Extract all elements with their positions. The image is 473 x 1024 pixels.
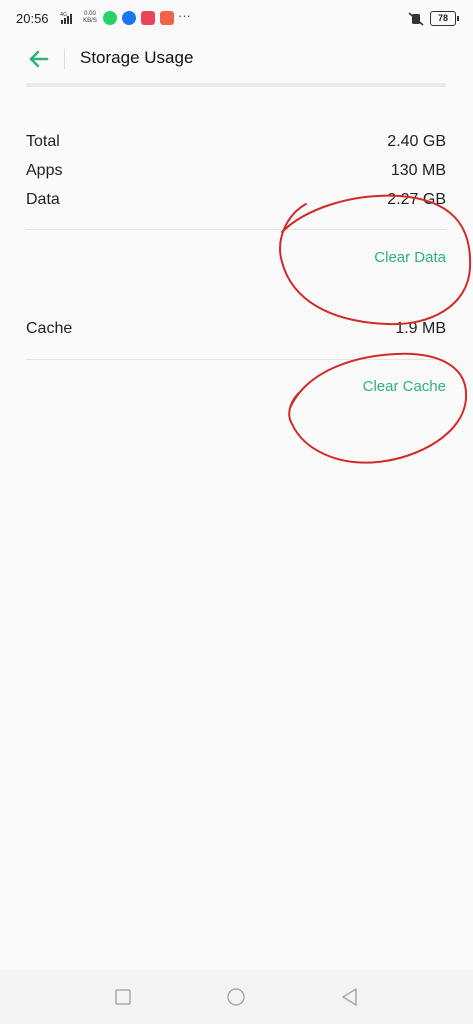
clear-data-button[interactable]: Clear Data bbox=[374, 249, 446, 266]
network-type: 4G bbox=[60, 12, 67, 18]
facebook-icon bbox=[122, 11, 136, 25]
navigation-bar bbox=[0, 970, 473, 1024]
header-rule bbox=[26, 83, 446, 87]
clear-cache-button[interactable]: Clear Cache bbox=[363, 378, 446, 395]
row-value: 2.40 GB bbox=[387, 133, 446, 150]
whatsapp-icon bbox=[103, 11, 117, 25]
section-divider bbox=[26, 229, 446, 230]
row-label: Data bbox=[26, 191, 60, 208]
back-nav-icon[interactable] bbox=[340, 987, 360, 1007]
calendar-icon bbox=[160, 11, 174, 25]
messenger-icon bbox=[141, 11, 155, 25]
vibrate-off-icon bbox=[408, 12, 424, 26]
page-title: Storage Usage bbox=[80, 48, 194, 67]
row-label: Cache bbox=[26, 320, 73, 337]
home-icon[interactable] bbox=[226, 987, 246, 1007]
storage-row-data: Data 2.27 GB bbox=[26, 191, 446, 213]
status-time: 20:56 bbox=[16, 11, 49, 26]
header-divider bbox=[64, 49, 65, 69]
network-speed-unit: KB/S bbox=[83, 18, 97, 24]
back-arrow-icon[interactable] bbox=[28, 48, 50, 70]
more-notifications-icon: ··· bbox=[178, 8, 191, 23]
row-value: 130 MB bbox=[390, 162, 446, 179]
storage-row-apps: Apps 130 MB bbox=[26, 162, 446, 184]
network-speed-value: 0.00 bbox=[84, 11, 96, 17]
network-speed: 0.00 KB/S bbox=[82, 11, 98, 25]
recent-apps-icon[interactable] bbox=[113, 987, 133, 1007]
annotation-circle-clear-cache bbox=[288, 352, 468, 464]
row-label: Apps bbox=[26, 162, 63, 179]
app-header: Storage Usage bbox=[0, 38, 473, 82]
storage-row-cache: Cache 1.9 MB bbox=[26, 320, 446, 342]
status-bar: 20:56 4G 0.00 KB/S ··· 78 bbox=[0, 0, 473, 38]
row-value: 2.27 GB bbox=[387, 191, 446, 208]
row-label: Total bbox=[26, 133, 60, 150]
battery-icon: 78 bbox=[430, 11, 459, 26]
signal-icon: 4G bbox=[60, 12, 72, 24]
storage-row-total: Total 2.40 GB bbox=[26, 133, 446, 155]
row-value: 1.9 MB bbox=[395, 320, 446, 337]
section-divider bbox=[26, 359, 446, 360]
storage-usage-screen: 20:56 4G 0.00 KB/S ··· 78 Storage Usage bbox=[0, 0, 473, 1024]
